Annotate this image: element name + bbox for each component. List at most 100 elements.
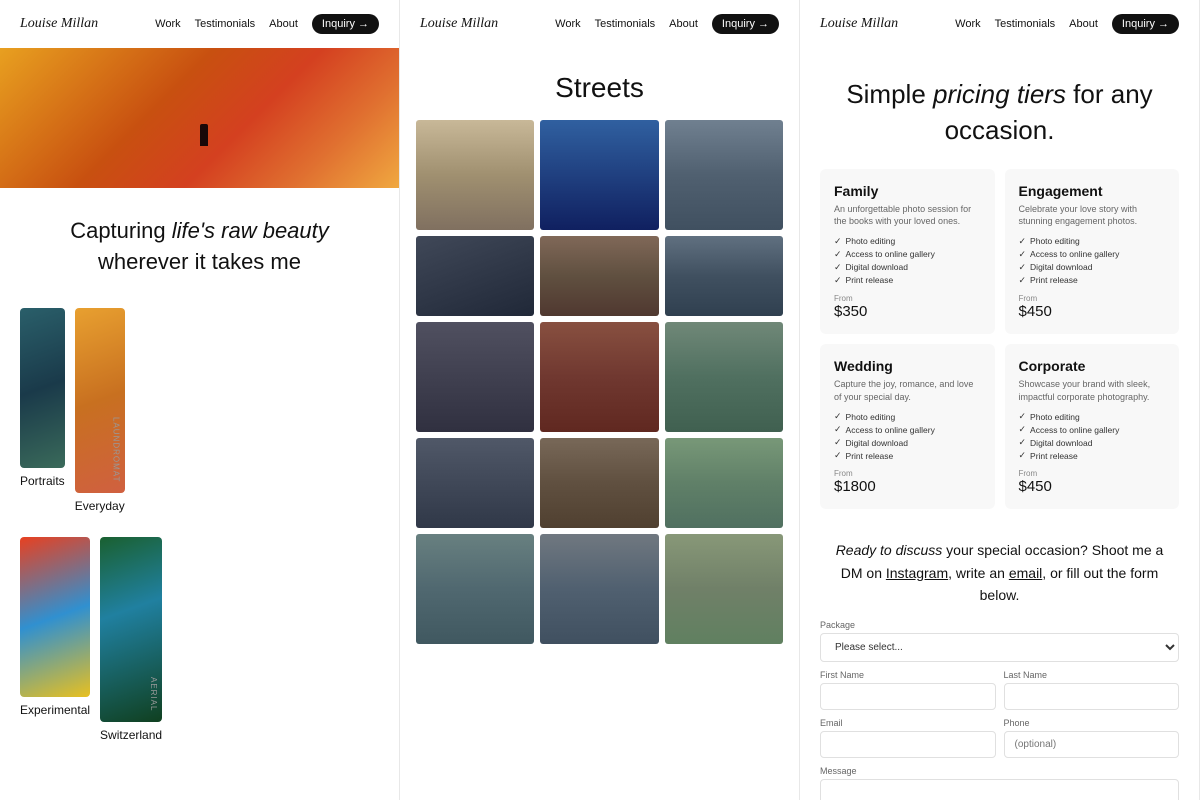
- street-img-10[interactable]: [416, 438, 534, 528]
- experimental-label: Experimental: [20, 703, 90, 717]
- engagement-price: $450: [1019, 303, 1166, 320]
- engagement-feature-1: ✓Photo editing: [1019, 236, 1166, 247]
- gallery-item-everyday[interactable]: LAUNDROMAT Everyday: [75, 308, 125, 527]
- street-img-4[interactable]: [416, 236, 534, 316]
- nav-cta-3[interactable]: Inquiry →: [1112, 14, 1179, 34]
- street-img-1[interactable]: [416, 120, 534, 230]
- switzerland-label: Switzerland: [100, 728, 162, 742]
- headline-end: wherever it takes me: [98, 249, 301, 274]
- switzerland-side-label: AERIAL: [149, 677, 158, 711]
- cta-email-link[interactable]: email: [1009, 565, 1042, 581]
- contact-row: Email Phone: [820, 718, 1179, 766]
- pricing-headline-italic: pricing tiers: [933, 79, 1066, 109]
- nav-cta-1[interactable]: Inquiry →: [312, 14, 379, 34]
- street-img-8[interactable]: [540, 322, 658, 432]
- nav-testimonials-3[interactable]: Testimonials: [995, 18, 1056, 30]
- check-icon: ✓: [834, 450, 842, 461]
- switzerland-image: AERIAL: [100, 537, 162, 722]
- gallery-row-1: Portraits LAUNDROMAT Everyday: [20, 308, 379, 527]
- package-select[interactable]: Please select...: [820, 633, 1179, 662]
- street-img-11[interactable]: [540, 438, 658, 528]
- check-icon: ✓: [834, 411, 842, 422]
- gallery-item-experimental[interactable]: Experimental: [20, 537, 90, 756]
- nav-links-panel3: Work Testimonials About Inquiry →: [955, 14, 1179, 34]
- nav-cta-2[interactable]: Inquiry →: [712, 14, 779, 34]
- nav-work-3[interactable]: Work: [955, 18, 980, 30]
- corporate-desc: Showcase your brand with sleek, impactfu…: [1019, 378, 1166, 403]
- headline-start: Capturing: [70, 218, 172, 243]
- nav-panel2: Louise Millan Work Testimonials About In…: [400, 0, 799, 48]
- message-input[interactable]: [820, 779, 1179, 800]
- street-img-12[interactable]: [665, 438, 783, 528]
- cta-ready: Ready to discuss: [836, 542, 943, 558]
- check-icon: ✓: [834, 236, 842, 247]
- gallery-row-2: Experimental AERIAL Switzerland: [20, 537, 379, 756]
- engagement-title: Engagement: [1019, 183, 1166, 199]
- headline-italic: life's raw beauty: [172, 218, 329, 243]
- check-icon: ✓: [1019, 236, 1027, 247]
- everyday-label: Everyday: [75, 499, 125, 513]
- hero-image: [0, 48, 399, 188]
- last-name-input[interactable]: [1004, 683, 1180, 710]
- street-img-3[interactable]: [665, 120, 783, 230]
- last-name-group: Last Name: [1004, 670, 1180, 718]
- check-icon: ✓: [1019, 411, 1027, 422]
- first-name-label: First Name: [820, 670, 996, 680]
- corporate-from: From: [1019, 469, 1166, 478]
- nav-panel1: Louise Millan Work Testimonials About In…: [0, 0, 399, 48]
- check-icon: ✓: [1019, 249, 1027, 260]
- cta-instagram-link[interactable]: Instagram: [886, 565, 948, 581]
- pricing-form: Package Please select... First Name Last…: [800, 620, 1199, 800]
- nav-testimonials-2[interactable]: Testimonials: [595, 18, 656, 30]
- street-img-13[interactable]: [416, 534, 534, 644]
- experimental-image: [20, 537, 90, 697]
- last-name-label: Last Name: [1004, 670, 1180, 680]
- street-img-9[interactable]: [665, 322, 783, 432]
- nav-testimonials-1[interactable]: Testimonials: [195, 18, 256, 30]
- email-input[interactable]: [820, 731, 996, 758]
- check-icon: ✓: [834, 262, 842, 273]
- nav-work-1[interactable]: Work: [155, 18, 180, 30]
- corporate-feature-4: ✓Print release: [1019, 450, 1166, 461]
- check-icon: ✓: [1019, 437, 1027, 448]
- wedding-desc: Capture the joy, romance, and love of yo…: [834, 378, 981, 403]
- panel-pricing: Louise Millan Work Testimonials About In…: [800, 0, 1200, 800]
- corporate-title: Corporate: [1019, 358, 1166, 374]
- first-name-group: First Name: [820, 670, 996, 718]
- streets-title: Streets: [400, 48, 799, 120]
- pricing-card-family: Family An unforgettable photo session fo…: [820, 169, 995, 334]
- nav-about-2[interactable]: About: [669, 18, 698, 30]
- email-label: Email: [820, 718, 996, 728]
- engagement-desc: Celebrate your love story with stunning …: [1019, 203, 1166, 228]
- wedding-title: Wedding: [834, 358, 981, 374]
- street-img-2[interactable]: [540, 120, 658, 230]
- panel-portfolio: Louise Millan Work Testimonials About In…: [0, 0, 400, 800]
- nav-about-3[interactable]: About: [1069, 18, 1098, 30]
- street-img-14[interactable]: [540, 534, 658, 644]
- nav-links-panel1: Work Testimonials About Inquiry →: [155, 14, 379, 34]
- nav-work-2[interactable]: Work: [555, 18, 580, 30]
- gallery-item-portraits[interactable]: Portraits: [20, 308, 65, 527]
- street-img-7[interactable]: [416, 322, 534, 432]
- wedding-feature-4: ✓Print release: [834, 450, 981, 461]
- panel-streets: Louise Millan Work Testimonials About In…: [400, 0, 800, 800]
- first-name-input[interactable]: [820, 683, 996, 710]
- pricing-cta: Ready to discuss your special occasion? …: [800, 525, 1199, 620]
- phone-input[interactable]: [1004, 731, 1180, 758]
- nav-about-1[interactable]: About: [269, 18, 298, 30]
- family-feature-2: ✓Access to online gallery: [834, 249, 981, 260]
- street-img-6[interactable]: [665, 236, 783, 316]
- pricing-card-wedding: Wedding Capture the joy, romance, and lo…: [820, 344, 995, 509]
- pricing-card-corporate: Corporate Showcase your brand with sleek…: [1005, 344, 1180, 509]
- phone-group: Phone: [1004, 718, 1180, 766]
- wedding-feature-1: ✓Photo editing: [834, 411, 981, 422]
- gallery-item-switzerland[interactable]: AERIAL Switzerland: [100, 537, 162, 756]
- corporate-price: $450: [1019, 478, 1166, 495]
- street-img-5[interactable]: [540, 236, 658, 316]
- message-label: Message: [820, 766, 1179, 776]
- portrait-image: [20, 308, 65, 468]
- street-img-15[interactable]: [665, 534, 783, 644]
- wedding-feature-2: ✓Access to online gallery: [834, 424, 981, 435]
- family-desc: An unforgettable photo session for the b…: [834, 203, 981, 228]
- pricing-headline: Simple pricing tiers for any occasion.: [800, 48, 1199, 169]
